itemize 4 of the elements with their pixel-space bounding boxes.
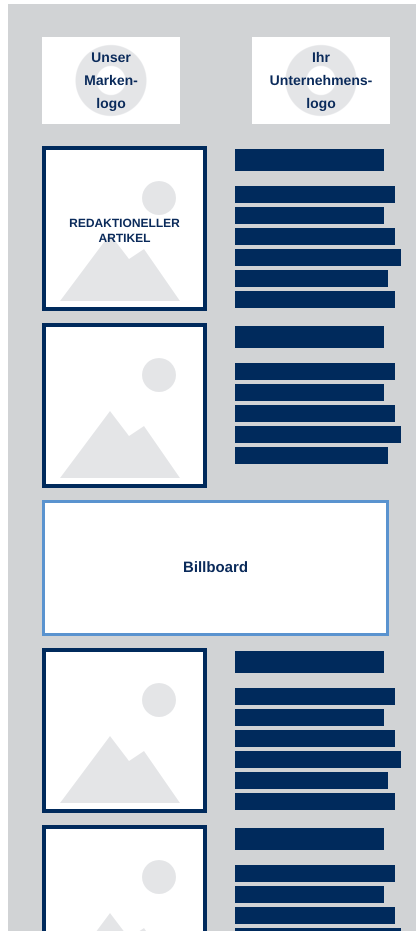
article-label: REDAKTIONELLER ARTIKEL [68, 216, 181, 246]
logo-label: Unser Marken- logo [84, 48, 138, 113]
logo-label: Ihr Unternehmens- logo [270, 48, 372, 113]
billboard-label: Billboard [182, 558, 248, 578]
